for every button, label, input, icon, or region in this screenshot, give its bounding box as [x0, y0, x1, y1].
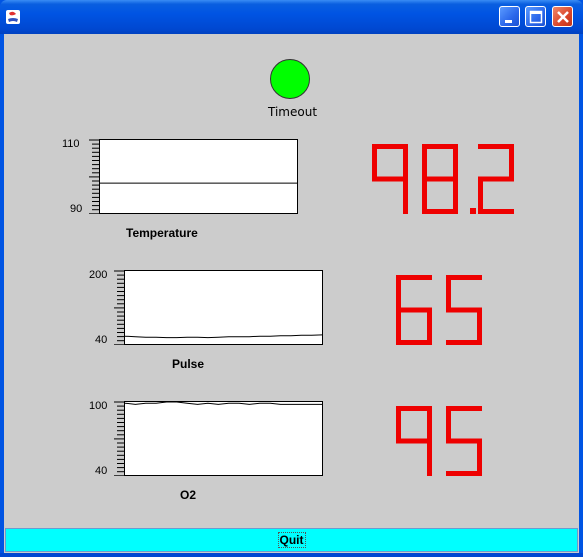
digit-segment — [422, 209, 458, 214]
digit-segment — [478, 176, 514, 182]
digit-segment — [427, 441, 432, 476]
digit-segment — [396, 310, 401, 345]
digit-segment — [453, 144, 458, 179]
digit-segment — [453, 179, 458, 214]
digit-segment — [396, 275, 401, 310]
o2-plot — [124, 401, 323, 476]
digit-segment — [403, 179, 408, 214]
java-app-icon — [6, 10, 20, 24]
o2-trace — [124, 401, 322, 405]
digit-segment — [396, 406, 401, 441]
digit-segment — [478, 144, 514, 149]
digit-segment — [446, 275, 482, 280]
close-icon — [557, 11, 569, 23]
pulse-y-max: 200 — [89, 269, 108, 281]
o2-label: O2 — [180, 488, 197, 502]
o2-y-max: 100 — [89, 400, 108, 412]
decimal-point — [470, 208, 476, 214]
status-indicator-light — [270, 59, 310, 99]
pulse-axis-ticks — [114, 270, 124, 345]
minimize-button[interactable] — [499, 6, 520, 27]
temperature-plot — [99, 139, 298, 214]
digit-segment — [422, 176, 458, 182]
digit-segment — [422, 144, 427, 179]
digit-segment — [372, 144, 408, 149]
temperature-readout — [372, 144, 514, 214]
close-button[interactable] — [552, 6, 573, 27]
digit-segment — [478, 209, 514, 214]
digit-segment — [477, 441, 482, 476]
digit-segment — [446, 275, 451, 310]
digit-segment — [372, 176, 408, 182]
title-bar[interactable] — [0, 0, 583, 34]
pulse-y-min: 40 — [95, 334, 108, 346]
o2-axis-ticks — [114, 401, 124, 476]
digit-segment — [427, 310, 432, 345]
o2-readout — [396, 406, 482, 476]
temperature-y-min: 90 — [70, 203, 83, 215]
temperature-trace — [100, 182, 297, 184]
digit-segment — [396, 307, 432, 313]
digit-segment — [446, 471, 482, 476]
pulse-trace — [124, 334, 323, 339]
digit-segment — [403, 144, 408, 179]
trace-line — [124, 334, 323, 339]
digit-segment — [446, 438, 482, 444]
digit-segment — [446, 406, 482, 411]
o2-y-min: 40 — [95, 465, 108, 477]
digit-segment — [477, 310, 482, 345]
maximize-button[interactable] — [525, 6, 546, 27]
digit-segment — [446, 307, 482, 313]
digit-segment — [427, 406, 432, 441]
quit-button[interactable]: Quit — [5, 528, 578, 552]
digit-segment — [422, 179, 427, 214]
pulse-label: Pulse — [172, 357, 205, 371]
application-window: Timeout 110 90 Temperature 200 40 Pulse … — [0, 0, 583, 557]
temperature-y-max: 110 — [62, 138, 80, 150]
digit-segment — [396, 438, 432, 444]
temperature-label: Temperature — [126, 226, 198, 240]
minimize-icon — [505, 20, 512, 23]
pulse-plot — [124, 270, 323, 345]
maximize-icon — [529, 10, 543, 24]
status-label: Timeout — [268, 105, 318, 119]
digit-segment — [396, 275, 432, 280]
digit-segment — [509, 144, 514, 179]
digit-segment — [396, 406, 432, 411]
digit-segment — [422, 144, 458, 149]
pulse-readout — [396, 275, 482, 345]
window-frame-bottom — [0, 553, 583, 557]
digit-segment — [396, 340, 432, 345]
digit-segment — [478, 179, 483, 214]
temperature-axis-ticks — [89, 139, 99, 214]
trace-line — [124, 401, 322, 405]
digit-segment — [446, 406, 451, 441]
digit-segment — [372, 144, 377, 179]
quit-button-label: Quit — [277, 532, 306, 548]
digit-segment — [446, 340, 482, 345]
